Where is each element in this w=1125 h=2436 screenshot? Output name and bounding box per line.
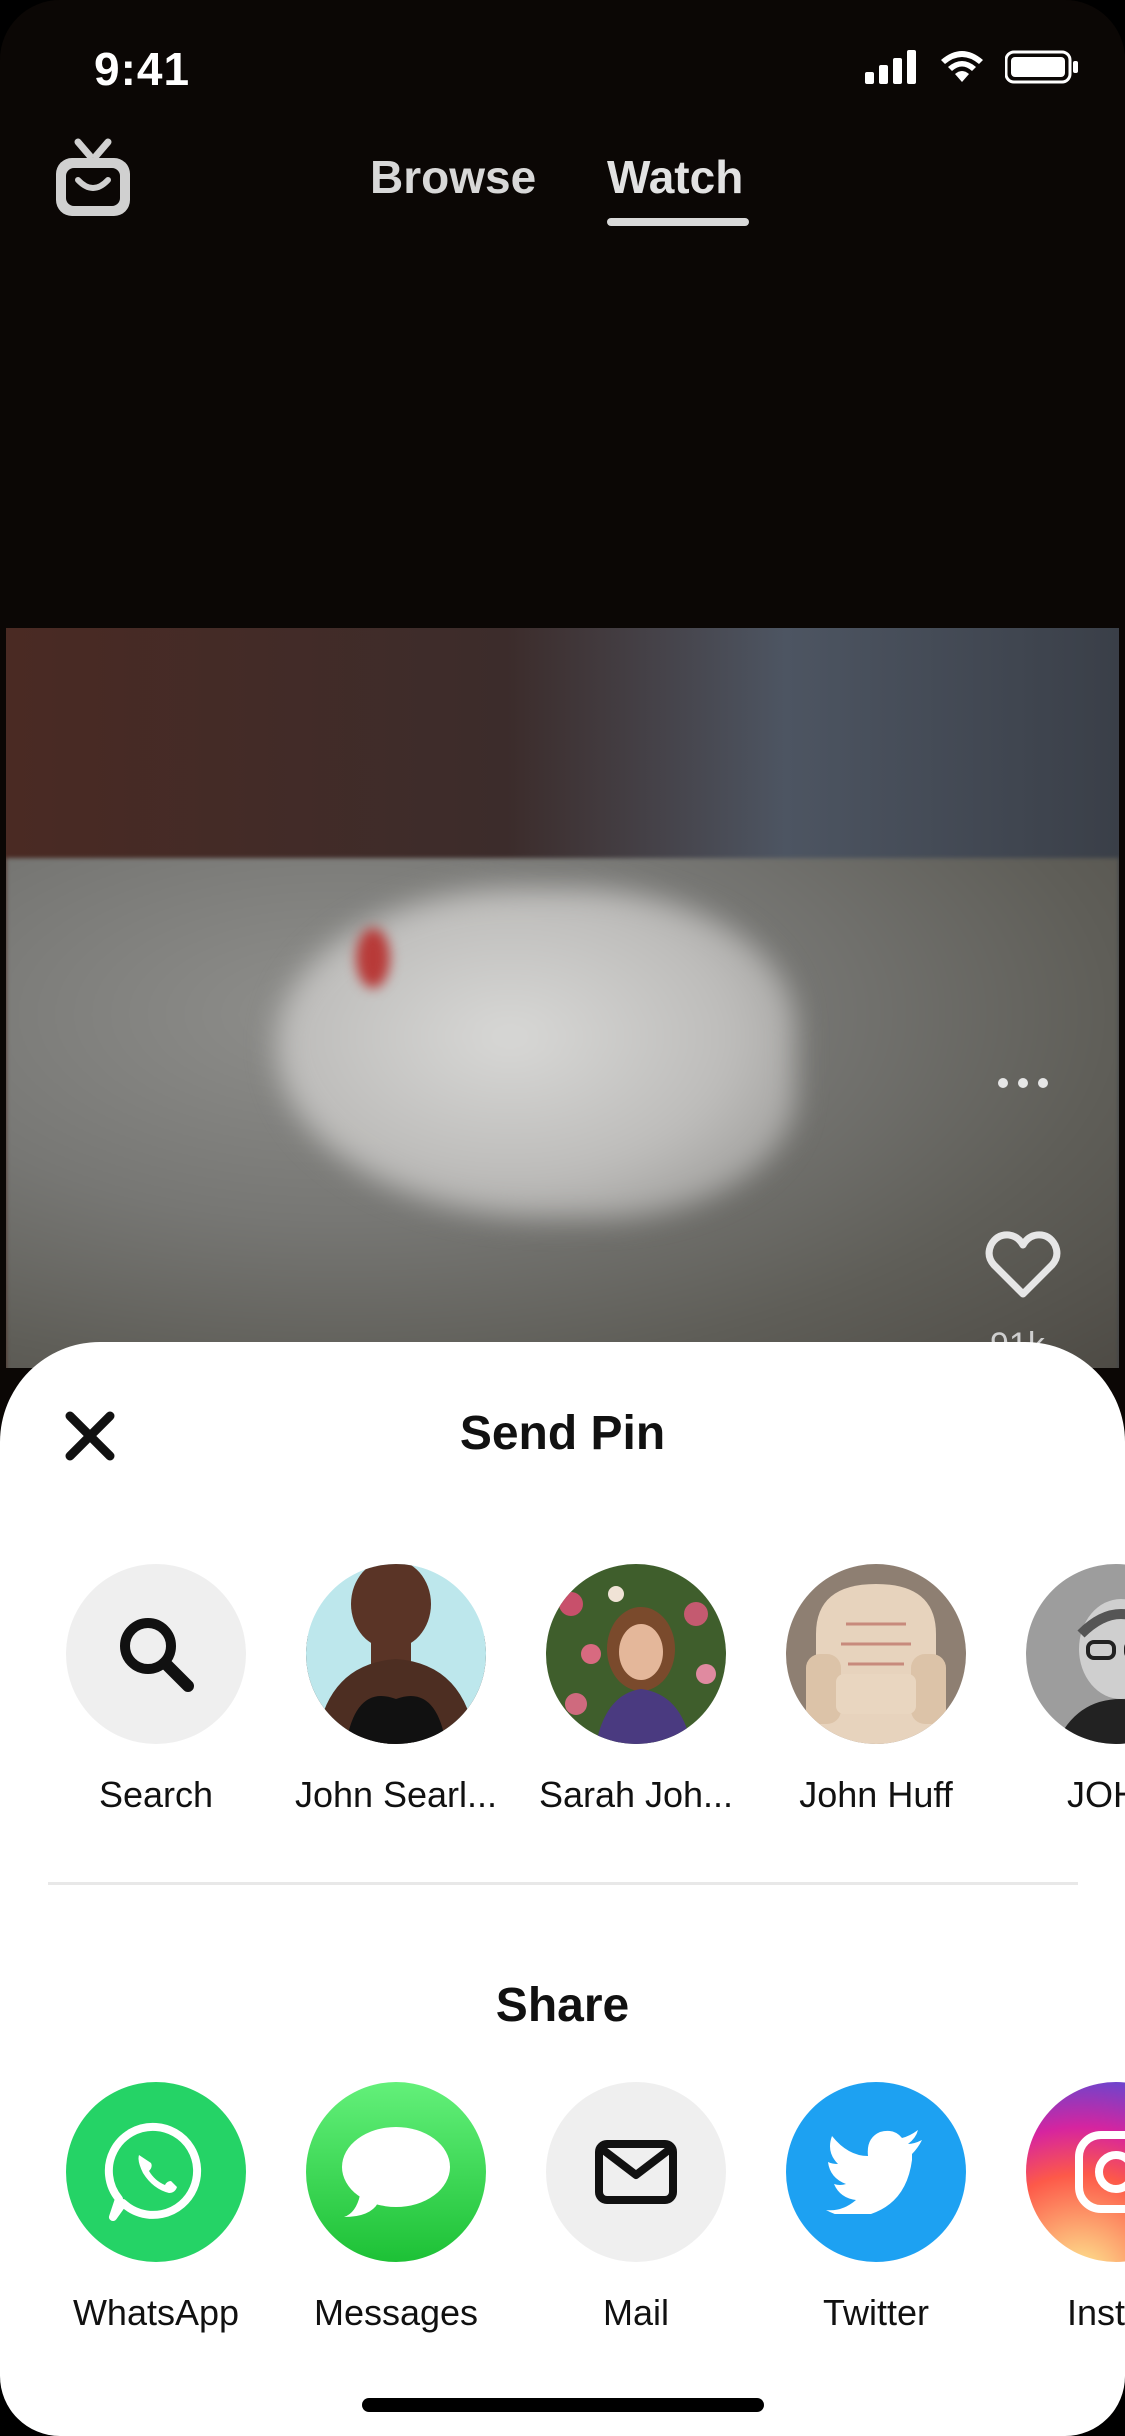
messages-circle <box>306 2082 486 2262</box>
mail-icon <box>595 2140 677 2204</box>
sheet-title: Send Pin <box>459 1407 666 1460</box>
avatar-image <box>786 1564 966 1744</box>
status-icons <box>865 50 1079 84</box>
tv-icon[interactable] <box>50 136 136 222</box>
tab-browse[interactable]: Browse <box>370 150 536 204</box>
twitter-circle <box>786 2082 966 2262</box>
avatar-image <box>1026 1564 1125 1744</box>
contact-label: Sarah Joh... <box>538 1774 734 1815</box>
app-label: Instag <box>1066 2292 1125 2333</box>
whatsapp-icon <box>104 2122 202 2221</box>
active-tab-indicator <box>607 218 749 226</box>
battery-icon <box>1005 50 1078 84</box>
video-player[interactable] <box>6 628 1119 1368</box>
more-options-icon[interactable] <box>996 1072 1050 1094</box>
instagram-circle <box>1026 2082 1125 2262</box>
contact-label: Search <box>98 1774 214 1815</box>
app-label: Mail <box>602 2292 669 2333</box>
wifi-icon <box>941 51 983 82</box>
share-apps-row: WhatsApp Messages Mail Twitter Inst <box>0 2082 1125 2342</box>
contact-label: JOHN <box>1067 1774 1125 1815</box>
share-title: Share <box>495 1979 630 2032</box>
avatar <box>546 1564 726 1744</box>
tab-watch[interactable]: Watch <box>607 150 743 204</box>
whatsapp-circle <box>66 2082 246 2262</box>
avatar-image <box>546 1564 726 1744</box>
mail-circle <box>546 2082 726 2262</box>
screen: 9:41 Browse Watch 9 <box>0 0 1125 2436</box>
send-pin-sheet: Send Pin Search John Searl... Sarah Joh.… <box>0 1342 1125 2436</box>
app-label: Messages <box>313 2292 479 2333</box>
status-time: 9:41 <box>94 43 191 95</box>
app-label: WhatsApp <box>72 2292 240 2333</box>
contact-label: John Searl... <box>294 1774 498 1815</box>
search-icon <box>120 1618 194 1692</box>
heart-icon[interactable] <box>985 1230 1061 1300</box>
messages-icon <box>342 2127 450 2217</box>
avatar-image <box>306 1564 486 1744</box>
divider <box>48 1882 1078 1885</box>
video-detail <box>356 928 390 988</box>
avatar <box>306 1564 486 1744</box>
signal-icon <box>865 50 916 84</box>
contacts-row: Search John Searl... Sarah Joh... John H… <box>0 1564 1125 1824</box>
twitter-icon <box>826 2130 922 2214</box>
app-label: Twitter <box>822 2292 929 2333</box>
avatar <box>1026 1564 1125 1744</box>
home-indicator[interactable] <box>362 2398 764 2412</box>
avatar <box>786 1564 966 1744</box>
contact-label: John Huff <box>799 1774 953 1815</box>
search-avatar <box>66 1564 246 1744</box>
instagram-icon <box>1075 2131 1125 2213</box>
